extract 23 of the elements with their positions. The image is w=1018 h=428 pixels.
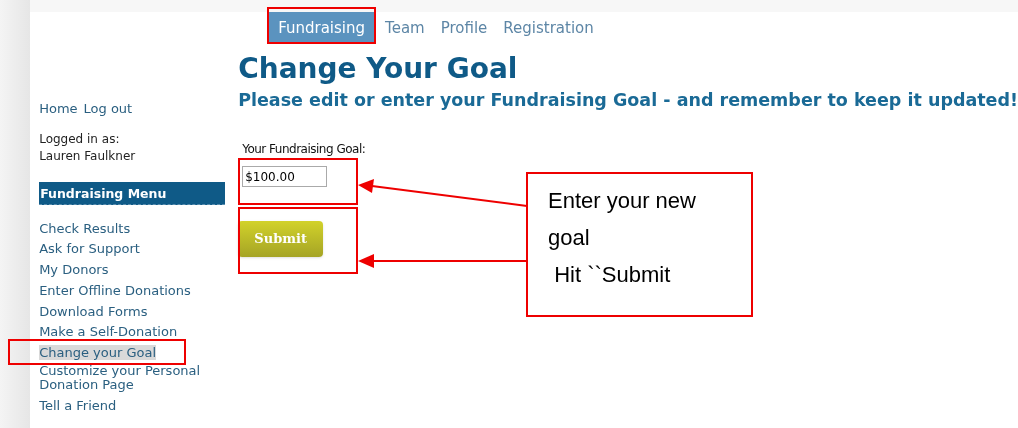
menu-item[interactable]: Make a Self-Donation — [39, 325, 178, 340]
menu-item[interactable]: Tell a Friend — [39, 398, 117, 413]
sidebar-link[interactable]: Home — [39, 99, 78, 119]
menu-item[interactable]: Change your Goal — [39, 345, 157, 361]
menu-item[interactable]: Download Forms — [39, 304, 148, 319]
goal-input-field[interactable]: $100.00 — [242, 166, 328, 187]
menu-item[interactable]: Check Results — [39, 221, 131, 236]
callout-text: Enter your new goal — [548, 187, 697, 252]
nav-tab[interactable]: Team — [379, 12, 431, 44]
field-label: Your Fundraising Goal: — [242, 141, 367, 158]
nav-tab[interactable]: Profile — [434, 12, 494, 44]
logged-in-label: Logged in as: — [39, 130, 121, 148]
nav-tab[interactable]: Registration — [497, 12, 600, 44]
menu-item[interactable]: Enter Offline Donations — [39, 283, 191, 298]
menu-header: Fundraising Menu — [39, 181, 226, 205]
sidebar-link[interactable]: Log out — [83, 99, 133, 119]
user-name: Lauren Faulkner — [39, 147, 137, 165]
menu-item[interactable]: My Donors — [39, 263, 109, 278]
menu-item[interactable]: Ask for Support — [39, 242, 140, 257]
menu-item[interactable]: Customize your Personal Donation Page — [39, 364, 220, 393]
callout-text: Hit ``Submit — [553, 261, 672, 289]
page-title: Change Your Goal — [238, 51, 519, 87]
page-subtitle: Please edit or enter your Fundraising Goal - and remember to keep it updated! — [238, 89, 1018, 112]
